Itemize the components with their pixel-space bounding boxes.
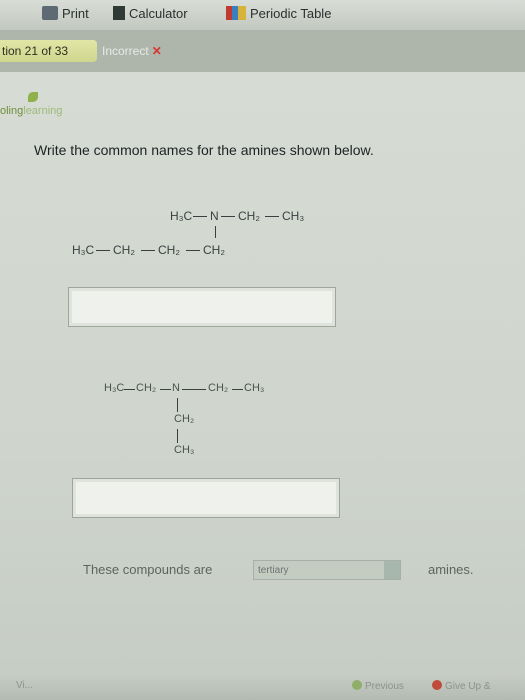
s1-bond-6 <box>186 250 200 251</box>
print-button[interactable]: Print <box>42 6 89 21</box>
print-label: Print <box>62 6 89 21</box>
incorrect-x-icon: ✕ <box>151 44 162 58</box>
s1-bond-2 <box>221 216 235 217</box>
s2-ch3-down: CH₃ <box>174 444 195 456</box>
previous-button[interactable]: Previous <box>352 680 404 692</box>
s1-ch2-a: CH₂ <box>238 209 260 223</box>
s2-bond-vertical-1 <box>177 398 178 412</box>
leaf-logo-icon <box>28 92 38 102</box>
top-toolbar: Print Calculator Periodic Table <box>0 0 525 30</box>
s2-bond-2 <box>160 389 171 390</box>
s2-bond-vertical-2 <box>177 429 178 443</box>
give-up-icon <box>432 680 442 690</box>
status-label: Incorrect <box>102 44 149 58</box>
footer-tail: amines. <box>428 562 474 577</box>
question-prompt: Write the common names for the amines sh… <box>34 142 374 158</box>
give-up-label: Give Up & <box>445 681 491 692</box>
question-position: tion 21 of 33 <box>2 44 69 58</box>
s2-ch2-a: CH₂ <box>136 382 157 394</box>
give-up-button[interactable]: Give Up & <box>432 680 491 692</box>
s1-h3c: H₃C <box>170 209 193 223</box>
s1-bond-1 <box>193 216 207 217</box>
calculator-label: Calculator <box>129 6 188 21</box>
s2-ch2-down: CH₂ <box>174 413 195 425</box>
chevron-down-icon <box>384 561 400 579</box>
periodic-table-button[interactable]: Periodic Table <box>226 6 331 21</box>
printer-icon <box>42 6 58 20</box>
s2-ch3: CH₃ <box>244 382 265 394</box>
s2-n: N <box>172 382 180 394</box>
calculator-button[interactable]: Calculator <box>113 6 188 21</box>
answer-2-input[interactable] <box>72 478 340 518</box>
s2-bond-3 <box>182 389 206 390</box>
s1-bond-3 <box>265 216 279 217</box>
s1-bond-vertical <box>215 226 216 238</box>
s1-h3c-b: H₃C <box>72 243 95 257</box>
amine-type-selected: tertiary <box>258 565 289 576</box>
brand-part2: learning <box>23 105 63 117</box>
brand-part1: oling <box>0 105 24 117</box>
s1-ch2-d: CH₂ <box>203 243 225 257</box>
brand-logo: olinglearning <box>0 105 62 117</box>
s1-bond-4 <box>96 250 110 251</box>
view-button[interactable]: Vi... <box>16 680 33 691</box>
answer-1-input[interactable] <box>68 287 336 327</box>
s2-bond-1 <box>124 389 135 390</box>
periodic-table-label: Periodic Table <box>250 6 332 21</box>
question-status: Incorrect ✕ <box>102 44 162 58</box>
previous-label: Previous <box>365 681 404 692</box>
calculator-icon <box>113 6 125 20</box>
s2-bond-4 <box>232 389 243 390</box>
s1-ch3: CH₃ <box>282 209 305 223</box>
amine-type-select[interactable]: tertiary <box>253 560 401 580</box>
s1-ch2-c: CH₂ <box>158 243 180 257</box>
question-position-tab[interactable]: tion 21 of 33 <box>0 40 97 62</box>
previous-icon <box>352 680 362 690</box>
s1-n: N <box>210 209 219 223</box>
s2-h3c: H₃C <box>104 382 125 394</box>
s2-ch2-b: CH₂ <box>208 382 229 394</box>
s1-bond-5 <box>141 250 155 251</box>
footer-lead: These compounds are <box>83 562 213 577</box>
periodic-table-icon <box>226 6 246 20</box>
s1-ch2-b: CH₂ <box>113 243 135 257</box>
